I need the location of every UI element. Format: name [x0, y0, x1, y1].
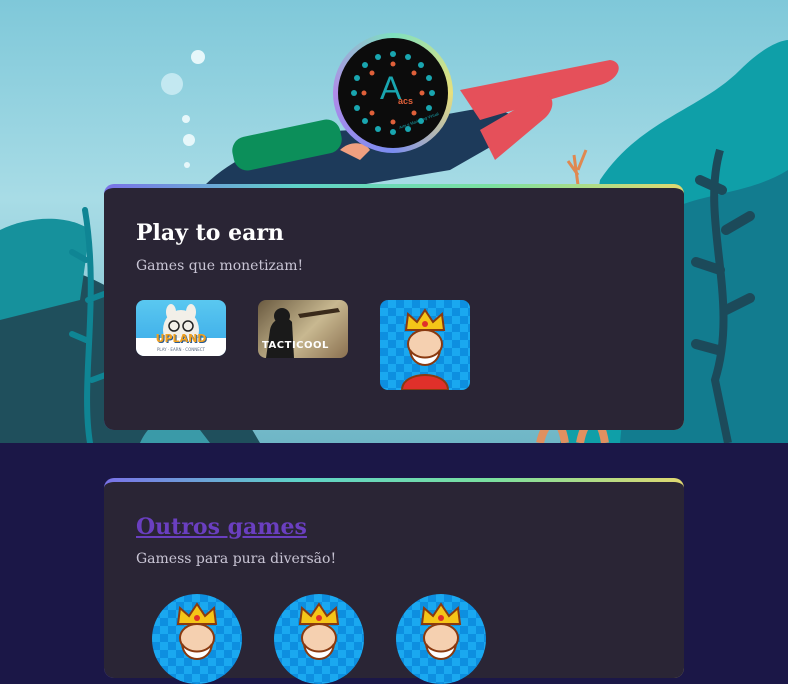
- game-tile-king[interactable]: [396, 594, 486, 684]
- game-tile-king[interactable]: [380, 300, 470, 390]
- logo-small-text: acs: [398, 96, 414, 106]
- section-subtitle: Games que monetizam!: [136, 258, 304, 274]
- site-logo[interactable]: A acs Arte e Marketing Virtual: [333, 33, 453, 153]
- king-icon: [176, 602, 218, 660]
- upland-tagline: PLAY · EARN · CONNECT: [157, 347, 205, 352]
- king-icon: [400, 308, 450, 390]
- king-icon: [298, 602, 340, 660]
- play-to-earn-card: Play to earn Games que monetizam! UPLAND…: [104, 184, 684, 430]
- other-games-card: Outros games Gamess para pura diversão!: [104, 478, 684, 684]
- game-tile-upland[interactable]: UPLAND PLAY · EARN · CONNECT: [136, 300, 226, 356]
- game-tile-king[interactable]: [152, 594, 242, 684]
- king-icon: [420, 602, 462, 660]
- section-subtitle: Gamess para pura diversão!: [136, 551, 337, 567]
- section-title: Play to earn: [136, 220, 284, 246]
- game-tile-king[interactable]: [274, 594, 364, 684]
- section-title-link[interactable]: Outros games: [136, 514, 307, 540]
- upland-logo-text: UPLAND: [155, 332, 207, 345]
- tacticool-logo-text: TACTICOOL: [262, 340, 329, 351]
- game-tile-tacticool[interactable]: TACTICOOL: [258, 300, 348, 358]
